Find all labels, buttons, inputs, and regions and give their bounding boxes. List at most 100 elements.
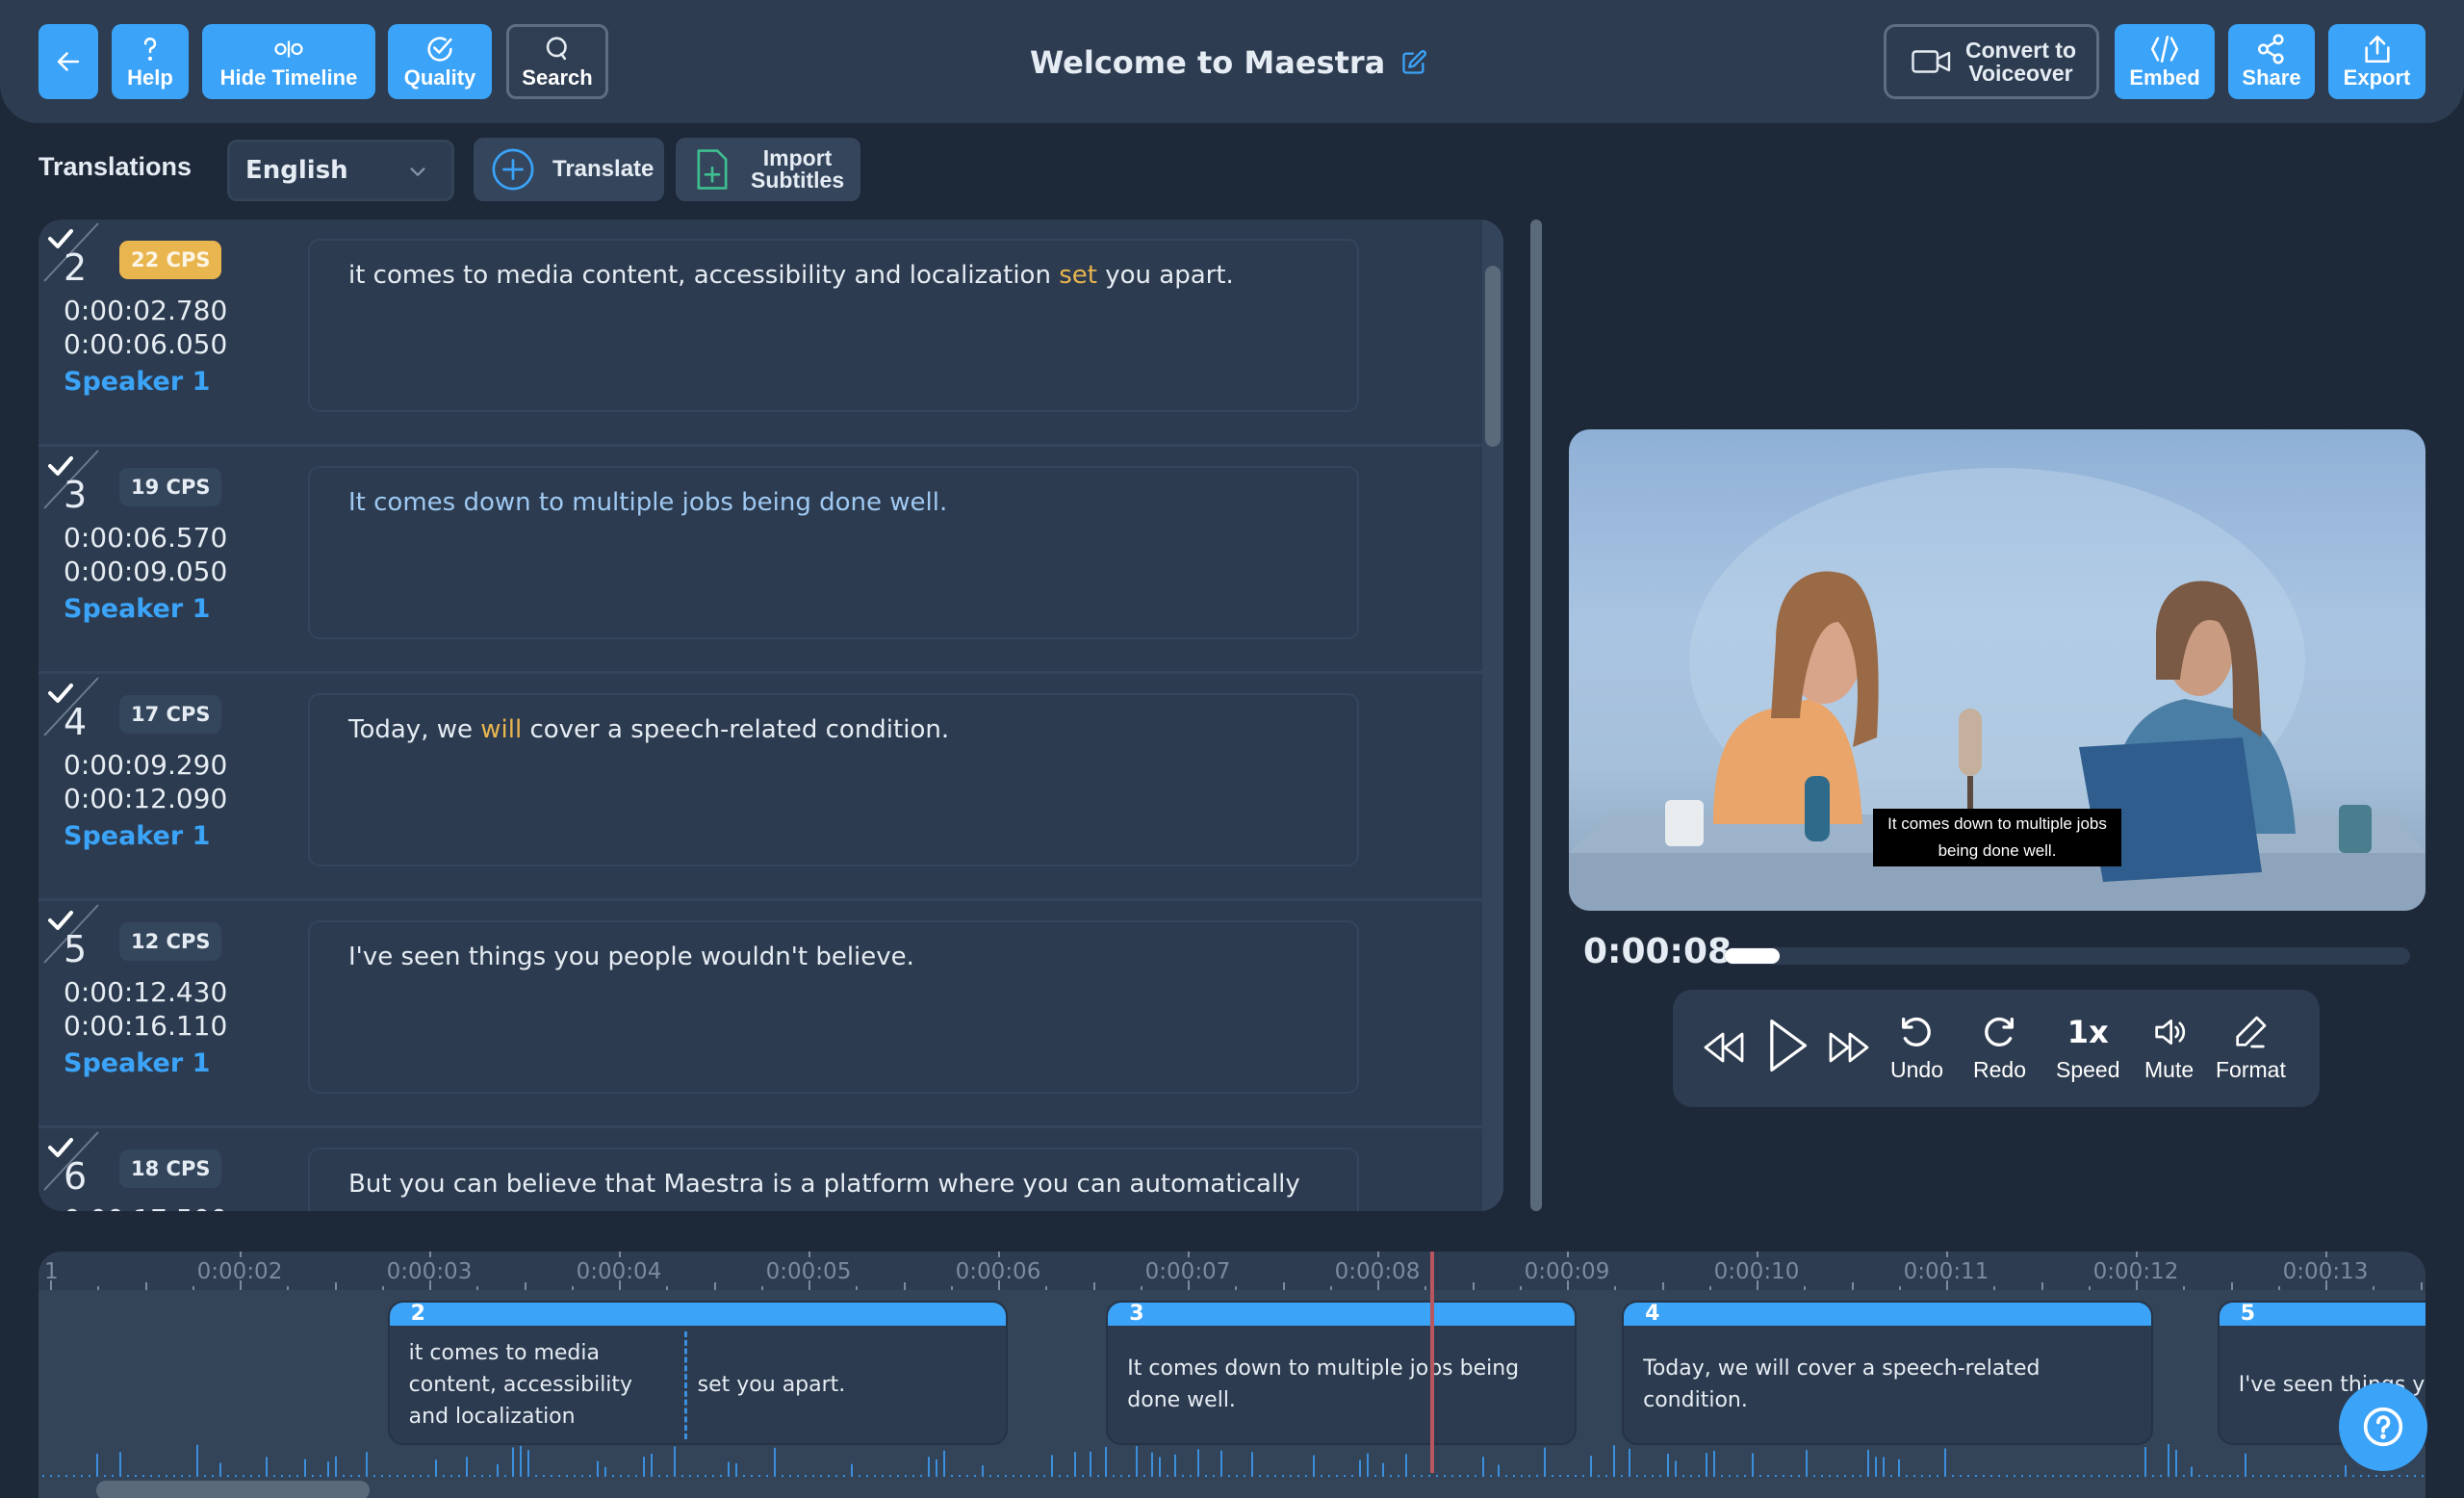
timeline-ruler[interactable]: 1 0:00:02 0:00:03 0:00:04 0:00:05 0:00:06 0:00…	[38, 1252, 2426, 1290]
end-time[interactable]: 0:00:16.110	[64, 1010, 227, 1042]
hide-timeline-button[interactable]: Hide Timeline	[202, 24, 375, 99]
end-time[interactable]: 0:00:09.050	[64, 555, 227, 587]
minor-tick	[1472, 1282, 1475, 1290]
waveform-bar	[1706, 1453, 1707, 1477]
playback-controls: Undo Redo 1x Speed Mute Format	[1673, 990, 2320, 1107]
language-select[interactable]: English	[227, 140, 454, 201]
waveform-bar	[951, 1475, 953, 1477]
start-time[interactable]: 0:00:12.430	[64, 976, 227, 1008]
subtitle-row[interactable]: 618 CPS0:00:17.500Speaker 1But you can b…	[38, 1128, 1482, 1211]
waveform-bar	[1197, 1449, 1199, 1477]
waveform-bar	[1482, 1457, 1484, 1477]
waveform-bar	[1613, 1445, 1615, 1477]
waveform-bar	[497, 1463, 499, 1477]
search-button[interactable]: Search	[506, 24, 608, 99]
export-button[interactable]: Export	[2328, 24, 2426, 99]
waveform-bar	[2114, 1475, 2116, 1477]
waveform-bar	[1159, 1457, 1161, 1477]
translate-button[interactable]: Translate	[474, 138, 664, 201]
waveform-bar	[350, 1475, 352, 1477]
rewind-button[interactable]	[1700, 1022, 1750, 1072]
minor-tick	[1661, 1282, 1664, 1290]
waveform-bar	[312, 1475, 314, 1477]
waveform-bar	[1059, 1475, 1061, 1477]
minor-tick	[666, 1286, 669, 1290]
waveform-bar	[1259, 1475, 1261, 1477]
start-time[interactable]: 0:00:17.500	[64, 1203, 227, 1211]
waveform-bar	[58, 1475, 60, 1477]
waveform-bar	[50, 1475, 52, 1477]
start-time[interactable]: 0:00:06.570	[64, 522, 227, 554]
waveform-bar	[327, 1461, 329, 1477]
project-title-area: Welcome to Maestra	[1030, 39, 1427, 87]
back-button[interactable]	[38, 24, 98, 99]
play-button[interactable]	[1763, 1017, 1811, 1074]
minor-tick	[2136, 1280, 2138, 1290]
import-subtitles-button[interactable]: Import Subtitles	[676, 138, 860, 201]
timeline-segment[interactable]: 2 it comes to media content, accessibilit…	[387, 1301, 1008, 1445]
subtitle-text-editor[interactable]: But you can believe that Maestra is a pl…	[308, 1148, 1359, 1211]
subtitle-text-editor[interactable]: it comes to media content, accessibility…	[308, 239, 1359, 412]
share-button[interactable]: Share	[2228, 24, 2315, 99]
video-player[interactable]: It comes down to multiple jobs being don…	[1569, 429, 2426, 911]
convert-to-voiceover-button[interactable]: Convert to Voiceover	[1884, 24, 2099, 99]
format-button[interactable]: Format	[2216, 1013, 2286, 1083]
waveform-bar	[504, 1475, 506, 1477]
subtitle-text-editor[interactable]: I've seen things you people wouldn't bel…	[308, 920, 1359, 1094]
waveform-bar	[1328, 1475, 1330, 1477]
minor-tick	[240, 1280, 242, 1290]
waveform-bar	[1636, 1475, 1638, 1477]
end-time[interactable]: 0:00:06.050	[64, 328, 227, 360]
mute-button[interactable]: Mute	[2144, 1013, 2194, 1083]
start-time[interactable]: 0:00:09.290	[64, 749, 227, 781]
waveform-bar	[2091, 1475, 2092, 1477]
waveform-bar	[127, 1475, 129, 1477]
start-time[interactable]: 0:00:02.780	[64, 295, 227, 326]
speaker-label[interactable]: Speaker 1	[64, 821, 210, 851]
speaker-label[interactable]: Speaker 1	[64, 1048, 210, 1078]
waveform-bar	[820, 1475, 822, 1477]
timeline-segment[interactable]: 3 It comes down to multiple jobs being do…	[1106, 1301, 1577, 1445]
waveform-bar	[1783, 1475, 1784, 1477]
subtitle-row[interactable]: 5 12 CPS 0:00:12.430 0:00:16.110 Speaker 1 I'…	[38, 901, 1482, 1128]
subtitle-row[interactable]: 4 17 CPS 0:00:09.290 0:00:12.090 Speaker 1 To…	[38, 674, 1482, 901]
fast-forward-button[interactable]	[1823, 1022, 1873, 1072]
subtitle-row[interactable]: 3 19 CPS 0:00:06.570 0:00:09.050 Speaker 1 It…	[38, 447, 1482, 674]
playhead[interactable]	[1430, 1252, 1435, 1473]
undo-button[interactable]: Undo	[1890, 1013, 1943, 1083]
quality-button[interactable]: Quality	[388, 24, 492, 99]
help-button[interactable]: Help	[112, 24, 189, 99]
redo-button[interactable]: Redo	[1973, 1013, 2026, 1083]
minor-tick	[97, 1286, 100, 1290]
waveform-bar	[805, 1475, 807, 1477]
subtitle-row[interactable]: 2 22 CPS 0:00:02.780 0:00:06.050 Speaker 1 it…	[38, 220, 1482, 447]
timeline-scrollbar-thumb[interactable]	[96, 1481, 370, 1498]
speaker-label[interactable]: Speaker 1	[64, 594, 210, 624]
waveform-bar	[2252, 1475, 2254, 1477]
edit-icon[interactable]	[1400, 49, 1427, 76]
help-chat-button[interactable]	[2339, 1382, 2427, 1471]
embed-button[interactable]: Embed	[2115, 24, 2215, 99]
waveform-bar	[1975, 1475, 1977, 1477]
speaker-label[interactable]: Speaker 1	[64, 367, 210, 397]
split-marker[interactable]	[683, 1331, 687, 1439]
waveform-bar	[943, 1450, 945, 1477]
arrow-left-icon	[57, 52, 80, 71]
subtitle-text-editor[interactable]: Today, we will cover a speech-related co…	[308, 693, 1359, 866]
timeline-segment[interactable]: 4 Today, we will cover a speech-related c…	[1622, 1301, 2153, 1445]
waveform-bar	[1621, 1475, 1623, 1477]
waveform-bar	[882, 1475, 884, 1477]
timeline[interactable]: 1 0:00:02 0:00:03 0:00:04 0:00:05 0:00:06 0:00…	[38, 1252, 2426, 1498]
speed-button[interactable]: 1x Speed	[2056, 1013, 2120, 1083]
waveform-bar	[1267, 1475, 1269, 1477]
waveform-bar	[1906, 1475, 1908, 1477]
subtitle-text-editor[interactable]: It comes down to multiple jobs being don…	[308, 466, 1359, 639]
progress-bar[interactable]	[1725, 947, 2410, 965]
end-time[interactable]: 0:00:12.090	[64, 783, 227, 814]
panel-resize-handle[interactable]	[1530, 220, 1542, 1211]
waveform-bar	[2206, 1475, 2208, 1477]
list-scrollbar-thumb[interactable]	[1485, 266, 1501, 447]
waveform-bar	[851, 1463, 853, 1477]
waveform-bar	[89, 1475, 90, 1477]
waveform-bar	[166, 1475, 167, 1477]
